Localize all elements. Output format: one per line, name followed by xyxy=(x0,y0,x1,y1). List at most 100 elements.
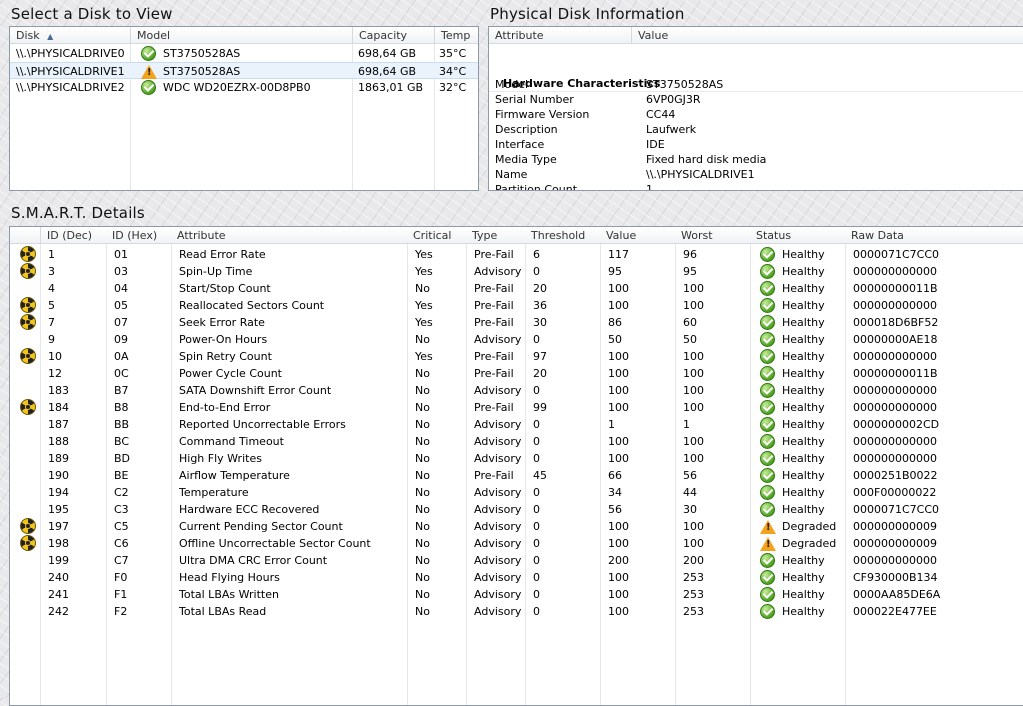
disk-row[interactable]: \\.\PHYSICALDRIVE1 ST3750528AS 698,64 GB 34… xyxy=(10,62,478,79)
smart-status: Healthy xyxy=(782,248,825,261)
smart-status: Degraded xyxy=(782,537,837,550)
disk-capacity: 1863,01 GB xyxy=(358,81,424,94)
column-header-raw-data[interactable]: Raw Data xyxy=(845,227,1023,244)
smart-details-list[interactable]: ID (Dec) ID (Hex) Attribute Critical Type Thr… xyxy=(9,226,1023,706)
column-header-status[interactable]: Status xyxy=(750,227,845,244)
column-header-marker[interactable] xyxy=(10,227,40,244)
smart-status: Healthy xyxy=(782,452,825,465)
smart-value: 100 xyxy=(608,282,629,295)
column-header-model[interactable]: Model xyxy=(130,27,352,44)
column-header-temp[interactable]: Temp xyxy=(434,27,478,44)
smart-row[interactable]: 241 F1 Total LBAs Written No Advisory 0 100 253… xyxy=(10,586,1023,603)
smart-type: Pre-Fail xyxy=(474,401,514,414)
smart-status: Healthy xyxy=(782,299,825,312)
smart-row[interactable]: 10 0A Spin Retry Count Yes Pre-Fail 97 100 100 H… xyxy=(10,348,1023,365)
smart-id-dec: 198 xyxy=(48,537,69,550)
smart-id-hex: C3 xyxy=(114,503,129,516)
smart-threshold: 0 xyxy=(533,554,540,567)
smart-status: Healthy xyxy=(782,401,825,414)
smart-attribute: Read Error Rate xyxy=(179,248,266,261)
smart-worst: 95 xyxy=(683,265,697,278)
smart-row[interactable]: 7 07 Seek Error Rate Yes Pre-Fail 30 86 60 Healt… xyxy=(10,314,1023,331)
column-header-disk[interactable]: Disk ▲ xyxy=(10,27,130,44)
smart-critical: Yes xyxy=(415,350,433,363)
smart-status: Healthy xyxy=(782,486,825,499)
smart-raw-data: 000F00000022 xyxy=(853,486,937,499)
smart-row[interactable]: 195 C3 Hardware ECC Recovered No Advisory 0 56… xyxy=(10,501,1023,518)
smart-value: 50 xyxy=(608,333,622,346)
smart-worst: 100 xyxy=(683,452,704,465)
smart-row[interactable]: 5 05 Reallocated Sectors Count Yes Pre-Fail 3… xyxy=(10,297,1023,314)
column-header-threshold[interactable]: Threshold xyxy=(525,227,600,244)
smart-raw-data: 000000000000 xyxy=(853,299,937,312)
column-header-type[interactable]: Type xyxy=(466,227,525,244)
disk-row[interactable]: \\.\PHYSICALDRIVE2 WDC WD20EZRX-00D8PB0 18… xyxy=(10,79,478,96)
smart-row[interactable]: 190 BE Airflow Temperature No Pre-Fail 45 66 56… xyxy=(10,467,1023,484)
smart-worst: 100 xyxy=(683,537,704,550)
smart-value: 100 xyxy=(608,401,629,414)
smart-row[interactable]: 9 09 Power-On Hours No Advisory 0 50 50 Healthy 0… xyxy=(10,331,1023,348)
smart-id-dec: 4 xyxy=(48,282,55,295)
physical-info-list[interactable]: Attribute Value Hardware Characteristics… xyxy=(488,26,1023,191)
smart-id-hex: C6 xyxy=(114,537,129,550)
smart-worst: 100 xyxy=(683,350,704,363)
column-header-id-hex[interactable]: ID (Hex) xyxy=(106,227,171,244)
column-header-attribute[interactable]: Attribute xyxy=(489,27,631,44)
smart-row[interactable]: 197 C5 Current Pending Sector Count No Advis… xyxy=(10,518,1023,535)
smart-critical: No xyxy=(415,435,430,448)
smart-row[interactable]: 189 BD High Fly Writes No Advisory 0 100 100 Hea… xyxy=(10,450,1023,467)
smart-threshold: 0 xyxy=(533,384,540,397)
smart-attribute: Reported Uncorrectable Errors xyxy=(179,418,346,431)
smart-critical: No xyxy=(415,537,430,550)
info-value: \\.\PHYSICALDRIVE1 xyxy=(646,168,755,181)
smart-row[interactable]: 199 C7 Ultra DMA CRC Error Count No Advisory… xyxy=(10,552,1023,569)
smart-type: Pre-Fail xyxy=(474,248,514,261)
smart-raw-data: 000000000000 xyxy=(853,384,937,397)
smart-id-hex: 09 xyxy=(114,333,128,346)
smart-critical: No xyxy=(415,571,430,584)
smart-raw-data: 00000000011B xyxy=(853,367,938,380)
smart-row[interactable]: 240 F0 Head Flying Hours No Advisory 0 100 253 H… xyxy=(10,569,1023,586)
column-header-id-dec[interactable]: ID (Dec) xyxy=(40,227,106,244)
smart-row[interactable]: 4 04 Start/Stop Count No Pre-Fail 20 100 100 Hea… xyxy=(10,280,1023,297)
smart-row[interactable]: 183 B7 SATA Downshift Error Count No Advisor… xyxy=(10,382,1023,399)
column-header-value[interactable]: Value xyxy=(631,27,1023,44)
warning-icon xyxy=(141,65,157,79)
column-header-value[interactable]: Value xyxy=(600,227,675,244)
smart-attribute: Ultra DMA CRC Error Count xyxy=(179,554,328,567)
critical-hazard-icon xyxy=(20,348,36,364)
smart-worst: 44 xyxy=(683,486,697,499)
smart-status: Healthy xyxy=(782,350,825,363)
smart-raw-data: 000000000000 xyxy=(853,435,937,448)
column-header-critical[interactable]: Critical xyxy=(407,227,466,244)
smart-worst: 60 xyxy=(683,316,697,329)
smart-id-dec: 3 xyxy=(48,265,55,278)
column-header-worst[interactable]: Worst xyxy=(675,227,750,244)
smart-worst: 200 xyxy=(683,554,704,567)
smart-row[interactable]: 1 01 Read Error Rate Yes Pre-Fail 6 117 96 Healt… xyxy=(10,246,1023,263)
smart-row[interactable]: 198 C6 Offline Uncorrectable Sector Count N… xyxy=(10,535,1023,552)
smart-id-hex: F2 xyxy=(114,605,128,618)
smart-attribute: High Fly Writes xyxy=(179,452,262,465)
disk-list[interactable]: Disk ▲ Model Capacity Temp \\.\PHYSICALD… xyxy=(9,26,479,191)
smart-row[interactable]: 187 BB Reported Uncorrectable Errors No Advi… xyxy=(10,416,1023,433)
smart-worst: 100 xyxy=(683,367,704,380)
column-header-attribute[interactable]: Attribute xyxy=(171,227,407,244)
smart-threshold: 30 xyxy=(533,316,547,329)
smart-critical: Yes xyxy=(415,265,433,278)
smart-threshold: 0 xyxy=(533,520,540,533)
smart-type: Advisory xyxy=(474,503,522,516)
smart-row[interactable]: 12 0C Power Cycle Count No Pre-Fail 20 100 100 H… xyxy=(10,365,1023,382)
smart-attribute: Total LBAs Read xyxy=(179,605,267,618)
smart-row[interactable]: 184 B8 End-to-End Error No Pre-Fail 99 100 100 H… xyxy=(10,399,1023,416)
smart-attribute: Seek Error Rate xyxy=(179,316,265,329)
smart-row[interactable]: 188 BC Command Timeout No Advisory 0 100 100 Hea… xyxy=(10,433,1023,450)
column-header-capacity[interactable]: Capacity xyxy=(352,27,434,44)
smart-worst: 30 xyxy=(683,503,697,516)
smart-row[interactable]: 194 C2 Temperature No Advisory 0 34 44 Healthy 00… xyxy=(10,484,1023,501)
smart-id-dec: 10 xyxy=(48,350,62,363)
smart-row[interactable]: 242 F2 Total LBAs Read No Advisory 0 100 253 Hea… xyxy=(10,603,1023,620)
disk-row[interactable]: \\.\PHYSICALDRIVE0 ST3750528AS 698,64 GB 35… xyxy=(10,45,478,62)
smart-row[interactable]: 3 03 Spin-Up Time Yes Advisory 0 95 95 Healthy 00… xyxy=(10,263,1023,280)
disk-capacity: 698,64 GB xyxy=(358,47,417,60)
